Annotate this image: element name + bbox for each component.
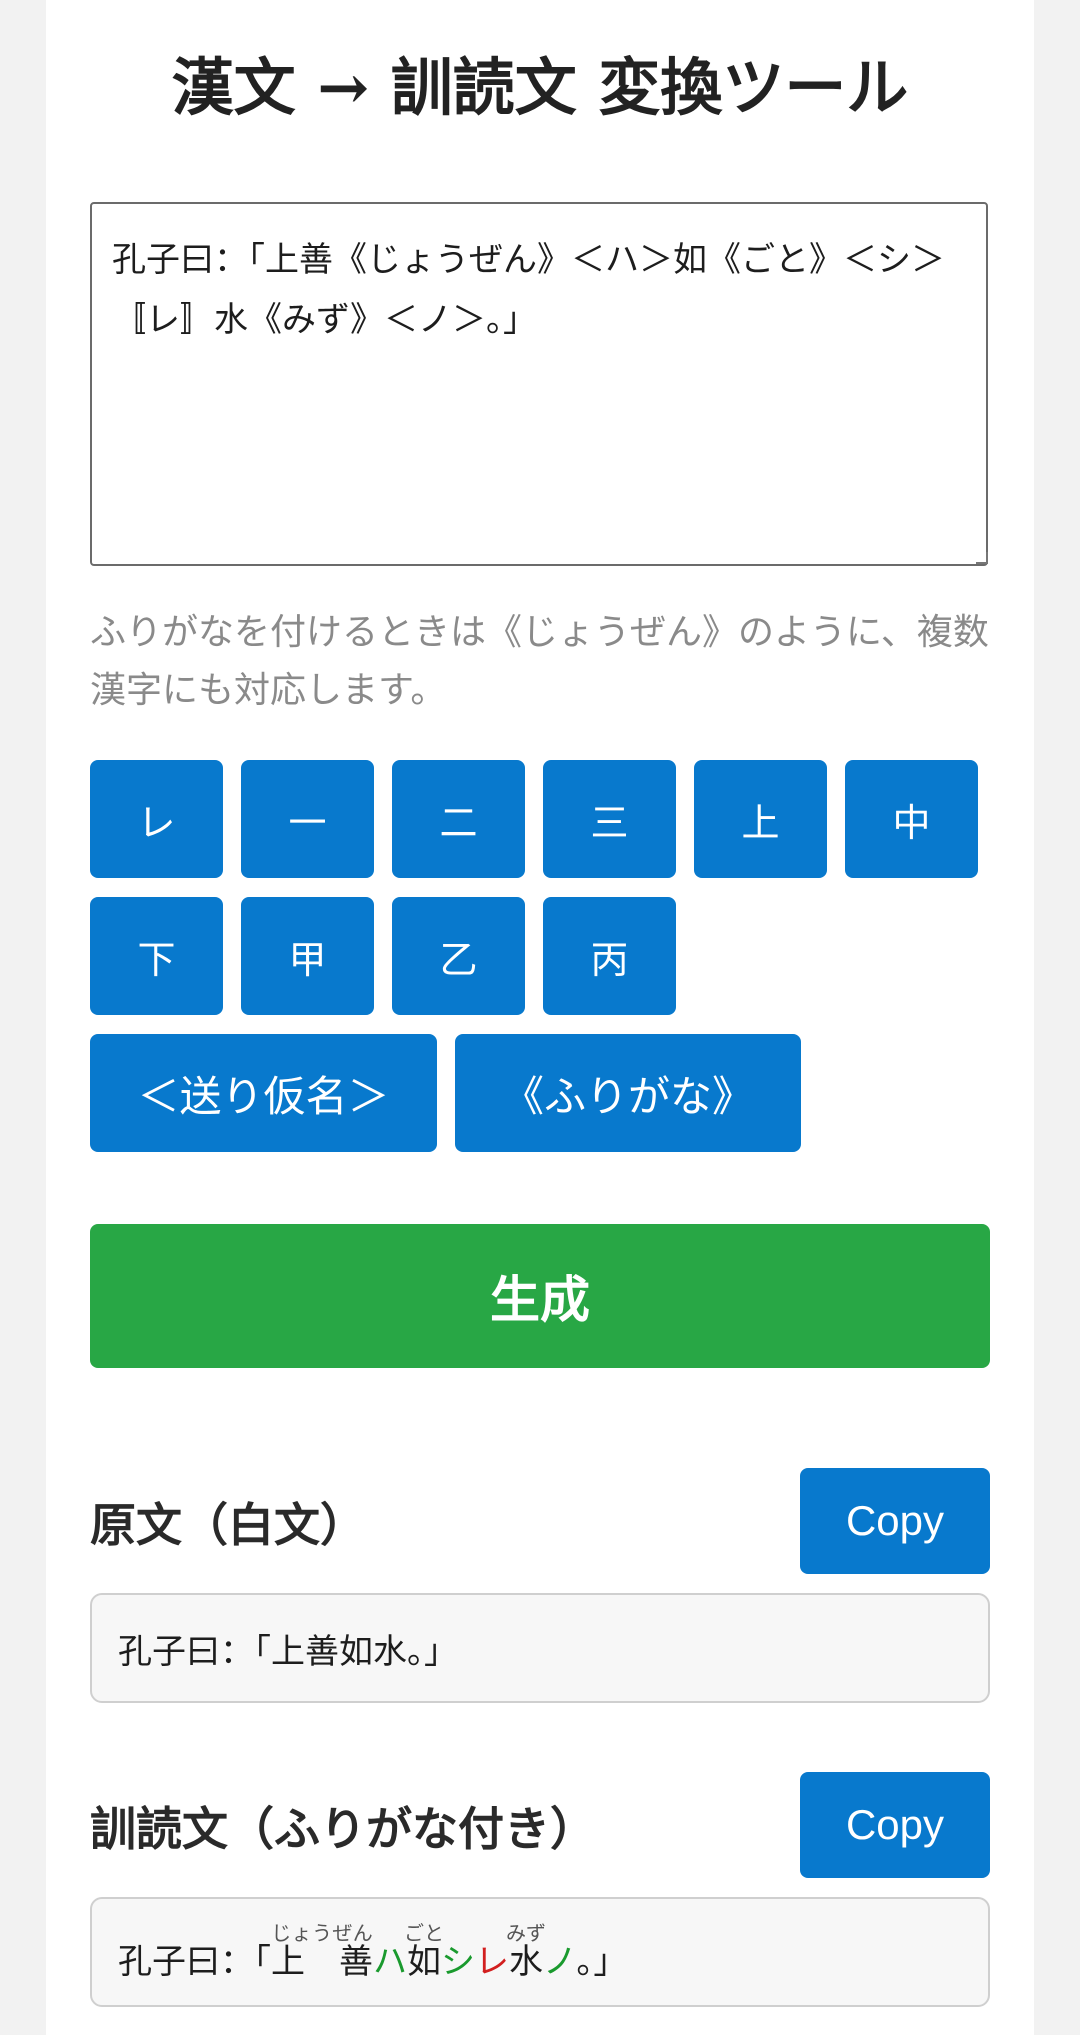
kaeriten-button-chuu[interactable]: 中 — [845, 760, 978, 878]
okurigana-insert-button[interactable]: ＜送り仮名＞ — [90, 1034, 437, 1152]
ruby-base-goto: 如 — [404, 1941, 444, 1982]
kundoku-suffix: 。」 — [576, 1941, 628, 1982]
original-output-box: 孔子曰：「上善如水。」 — [90, 1593, 990, 1703]
copy-kundoku-button[interactable]: Copy — [800, 1772, 990, 1878]
furigana-hint-text: ふりがなを付けるときは《じょうぜん》のように、複数漢字にも対応します。 — [90, 612, 989, 711]
kaeriten-button-kou[interactable]: 甲 — [241, 897, 374, 1015]
page-title: 漢文 → 訓読文 変換ツール — [171, 51, 909, 124]
kaeriten-button-hei[interactable]: 丙 — [543, 897, 676, 1015]
okurigana-no: ノ — [543, 1941, 577, 1982]
ruby-base-mizu: 水 — [506, 1941, 546, 1982]
ruby-mizu: 水みず — [506, 1921, 546, 1982]
kundoku-prefix: 孔子曰：「 — [118, 1941, 271, 1982]
furigana-mizu: みず — [506, 1920, 546, 1945]
kaeriten-button-ni[interactable]: 二 — [392, 760, 525, 878]
ruby-joozen: 上 善じょうぜん — [271, 1921, 373, 1982]
ruby-goto: 如ごと — [404, 1921, 444, 1982]
original-output-text: 孔子曰：「上善如水。」 — [118, 1631, 458, 1672]
main-card: 漢文 → 訓読文 変換ツール 孔子曰：「上善《じょうぜん》＜ハ＞如《ごと》＜シ＞… — [46, 0, 1034, 2035]
kaeriten-button-san[interactable]: 三 — [543, 760, 676, 878]
furigana-joozen: じょうぜん — [271, 1920, 373, 1945]
copy-original-button[interactable]: Copy — [800, 1468, 990, 1574]
kundoku-section-title: 訓読文（ふりがな付き） — [90, 1802, 596, 1856]
kundoku-output-text: 孔子曰：「上 善じょうぜんハ如ごとシレ水みずノ。」 — [118, 1921, 628, 1983]
original-section-title: 原文（白文） — [90, 1498, 366, 1552]
generate-button[interactable]: 生成 — [90, 1224, 990, 1368]
kaeriten-button-ge[interactable]: 下 — [90, 897, 223, 1015]
kaeriten-button-re[interactable]: レ — [90, 760, 223, 878]
furigana-insert-button[interactable]: 《ふりがな》 — [455, 1034, 801, 1152]
textarea-resize-handle[interactable] — [976, 552, 988, 564]
okurigana-ha: ハ — [373, 1941, 407, 1982]
kaeriten-button-otsu[interactable]: 乙 — [392, 897, 525, 1015]
okurigana-shi: シ — [441, 1941, 475, 1982]
ruby-base-joozen: 上 善 — [271, 1941, 373, 1982]
furigana-goto: ごと — [404, 1920, 444, 1945]
kaeriten-re: レ — [475, 1941, 509, 1982]
kundoku-output-box: 孔子曰：「上 善じょうぜんハ如ごとシレ水みずノ。」 — [90, 1897, 990, 2007]
kaeriten-button-jou[interactable]: 上 — [694, 760, 827, 878]
kanbun-input-textarea[interactable]: 孔子曰：「上善《じょうぜん》＜ハ＞如《ごと》＜シ＞〚レ〛水《みず》＜ノ＞。」 — [90, 202, 988, 566]
kaeriten-button-ichi[interactable]: 一 — [241, 760, 374, 878]
